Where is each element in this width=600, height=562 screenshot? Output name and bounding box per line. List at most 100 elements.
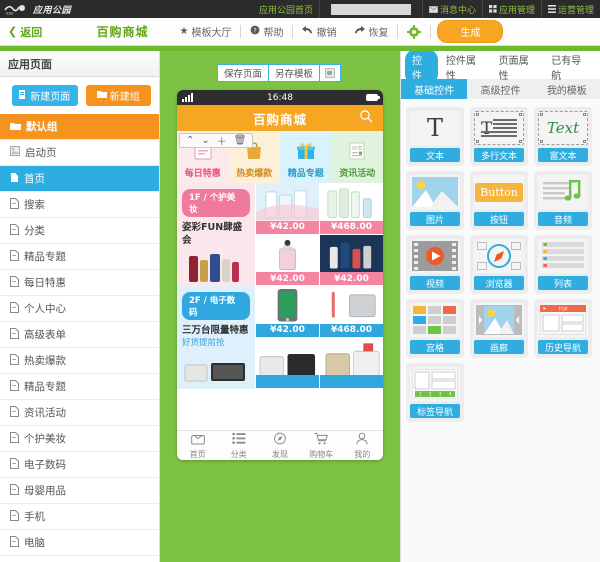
phone-preview: 16:48 百购商城 ⌃ ⌄ ＋ 🗑 每日特惠 热卖爆款 精品专题 资讯活动 1… bbox=[177, 90, 383, 460]
template-hall-button[interactable]: ★ 模板大厅 bbox=[171, 24, 241, 39]
topnav-item-messages[interactable]: 消息中心 bbox=[421, 0, 482, 18]
generate-button[interactable]: 生成 bbox=[437, 20, 504, 43]
floor-1-banner[interactable]: 1F / 个护美妆 姿彩FUN肆盛会 好货提前抢 ¥109.00 bbox=[177, 183, 255, 286]
product-image bbox=[320, 234, 383, 272]
logo-icon: app bbox=[4, 3, 30, 15]
sidebar-item-home[interactable]: 首页 bbox=[0, 166, 159, 192]
topnav-item-ops-manage[interactable]: 运营管理 bbox=[540, 0, 600, 18]
phone-tab-category[interactable]: 分类 bbox=[218, 432, 259, 460]
phone-tab-cart[interactable]: 购物车 bbox=[301, 432, 342, 460]
sidebar-item-category[interactable]: 分类 bbox=[0, 218, 159, 244]
widget-tile-label: 富文本 bbox=[538, 148, 588, 162]
redo-button[interactable]: 恢复 bbox=[345, 24, 397, 39]
trash-icon[interactable]: 🗑 bbox=[234, 135, 247, 146]
subtab-advanced-widgets[interactable]: 高级控件 bbox=[467, 79, 533, 99]
sidebar-item-news-activity[interactable]: 资讯活动 bbox=[0, 400, 159, 426]
save-page-button[interactable]: 保存页面 bbox=[217, 64, 270, 82]
search-input[interactable] bbox=[330, 3, 411, 15]
folder-icon bbox=[96, 90, 107, 101]
product-price bbox=[256, 375, 319, 388]
sidebar-item-splash[interactable]: 启动页 bbox=[0, 140, 159, 166]
phone-tab-mine[interactable]: 我的 bbox=[342, 432, 383, 460]
image-icon bbox=[410, 175, 460, 209]
multiline-text-icon: T bbox=[474, 111, 524, 145]
sidebar-item-computer[interactable]: 电脑 bbox=[0, 530, 159, 556]
doc-icon bbox=[10, 171, 19, 186]
new-page-button[interactable]: 新建页面 bbox=[12, 85, 78, 106]
widget-tile-multiline-text[interactable]: T 多行文本 bbox=[470, 107, 528, 166]
sidebar-item-beauty[interactable]: 个护美妆 bbox=[0, 426, 159, 452]
phone-tab-label: 购物车 bbox=[309, 449, 334, 459]
sidebar-item-phone[interactable]: 手机 bbox=[0, 504, 159, 530]
product-cell[interactable]: ¥42.00 bbox=[255, 286, 319, 338]
plus-icon[interactable]: ＋ bbox=[217, 133, 227, 148]
undo-button[interactable]: 撤销 bbox=[293, 24, 345, 39]
sidebar-item-daily-deal[interactable]: 每日特惠 bbox=[0, 270, 159, 296]
subtab-my-templates[interactable]: 我的模板 bbox=[534, 79, 600, 99]
product-image bbox=[256, 286, 319, 324]
sidebar-item-advanced-form[interactable]: 高级表单 bbox=[0, 322, 159, 348]
help-button[interactable]: ? 帮助 bbox=[241, 24, 292, 39]
floor-2-thumbnail bbox=[181, 349, 251, 387]
topnav-item-home[interactable]: 应用公园首页 bbox=[253, 0, 319, 18]
widget-tile-image[interactable]: 图片 bbox=[406, 171, 464, 230]
widget-tile-gallery[interactable]: 画廊 bbox=[470, 299, 528, 358]
chevron-down-icon[interactable]: ⌄ bbox=[201, 135, 209, 146]
widget-tile-tab-nav[interactable]: 1234 标签导航 bbox=[406, 363, 464, 422]
search-icon[interactable] bbox=[359, 109, 373, 127]
product-cell[interactable]: ¥42.00 bbox=[319, 234, 383, 286]
product-price bbox=[320, 375, 383, 388]
sidebar-item-search[interactable]: 搜索 bbox=[0, 192, 159, 218]
sidebar-page-list: 默认组 启动页 首页 搜索 分类 精品专题 每日特惠 个人中心 高级表单 热卖爆… bbox=[0, 114, 159, 562]
undo-icon bbox=[302, 25, 313, 38]
sidebar-item-maternal[interactable]: 母婴用品 bbox=[0, 478, 159, 504]
save-as-template-button[interactable]: 另存模板 bbox=[268, 64, 321, 82]
product-cell[interactable]: ¥468.00 bbox=[319, 183, 383, 235]
widget-tile-rich-text[interactable]: Text 富文本 bbox=[534, 107, 592, 166]
new-group-button[interactable]: 新建组 bbox=[85, 85, 151, 106]
product-price: ¥468.00 bbox=[320, 323, 383, 337]
product-cell[interactable]: ¥42.00 bbox=[255, 183, 319, 235]
widget-tile-text[interactable]: T 文本 bbox=[406, 107, 464, 166]
topnav-item-app-manage[interactable]: 应用管理 bbox=[481, 0, 541, 18]
sidebar-item-label: 搜索 bbox=[24, 199, 45, 211]
floor-section-2: 2F / 电子数码 三万台限量特惠 好货提前抢 ¥109.00 bbox=[177, 286, 383, 389]
product-cell[interactable] bbox=[319, 337, 383, 389]
quicknav-label: 资讯活动 bbox=[339, 169, 376, 179]
sidebar-item-digital[interactable]: 电子数码 bbox=[0, 452, 159, 478]
product-cell[interactable]: ¥42.00 bbox=[255, 234, 319, 286]
widget-tile-list[interactable]: 列表 bbox=[534, 235, 592, 294]
widget-tile-video[interactable]: 视频 bbox=[406, 235, 464, 294]
sidebar-item-group-default[interactable]: 默认组 bbox=[0, 114, 159, 140]
phone-tab-home[interactable]: 首页 bbox=[177, 432, 218, 460]
tab-nav-icon: 1234 bbox=[410, 367, 460, 401]
gear-icon[interactable] bbox=[398, 24, 430, 39]
product-cell[interactable] bbox=[255, 337, 319, 389]
sidebar-item-featured[interactable]: 精品专题 bbox=[0, 244, 159, 270]
chevron-up-icon[interactable]: ⌃ bbox=[186, 135, 194, 146]
floor-1-grid: ¥42.00 ¥468.00 ¥42.00 ¥42.00 bbox=[255, 183, 383, 286]
floor-1-title: 姿彩FUN肆盛会 bbox=[182, 222, 243, 246]
widget-tile-button[interactable]: Button 按钮 bbox=[470, 171, 528, 230]
floor-1-thumbnail bbox=[181, 246, 251, 284]
sidebar-item-featured-2[interactable]: 精品专题 bbox=[0, 374, 159, 400]
redo-label: 恢复 bbox=[368, 28, 389, 39]
widget-tile-history-nav[interactable]: TOP 历史导航 bbox=[534, 299, 592, 358]
product-image bbox=[256, 183, 319, 221]
widget-tile-browser[interactable]: 浏览器 bbox=[470, 235, 528, 294]
sidebar-item-personal-center[interactable]: 个人中心 bbox=[0, 296, 159, 322]
quicknav-item-news[interactable]: 资讯活动 bbox=[331, 131, 383, 183]
widget-tile-audio[interactable]: 音频 bbox=[534, 171, 592, 230]
phone-tab-discover[interactable]: 发现 bbox=[259, 432, 300, 460]
subtab-basic-widgets[interactable]: 基础控件 bbox=[401, 79, 468, 99]
product-cell[interactable]: ¥468.00 bbox=[319, 286, 383, 338]
sidebar-item-photography[interactable]: 摄影摄像 bbox=[0, 556, 159, 562]
toolbar-center: 百购商城 ★ 模板大厅 ? 帮助 撤销 恢复 生成 bbox=[0, 20, 600, 43]
quicknav-item-featured[interactable]: 精品专题 bbox=[280, 131, 332, 183]
widget-tile-grid[interactable]: 宫格 bbox=[406, 299, 464, 358]
star-icon: ★ bbox=[179, 26, 189, 37]
preview-button[interactable] bbox=[319, 64, 342, 82]
sidebar-item-hot-sale[interactable]: 热卖爆款 bbox=[0, 348, 159, 374]
floor-2-banner[interactable]: 2F / 电子数码 三万台限量特惠 好货提前抢 ¥109.00 bbox=[177, 286, 255, 389]
site-logo[interactable]: app 应用公园 bbox=[0, 3, 71, 16]
